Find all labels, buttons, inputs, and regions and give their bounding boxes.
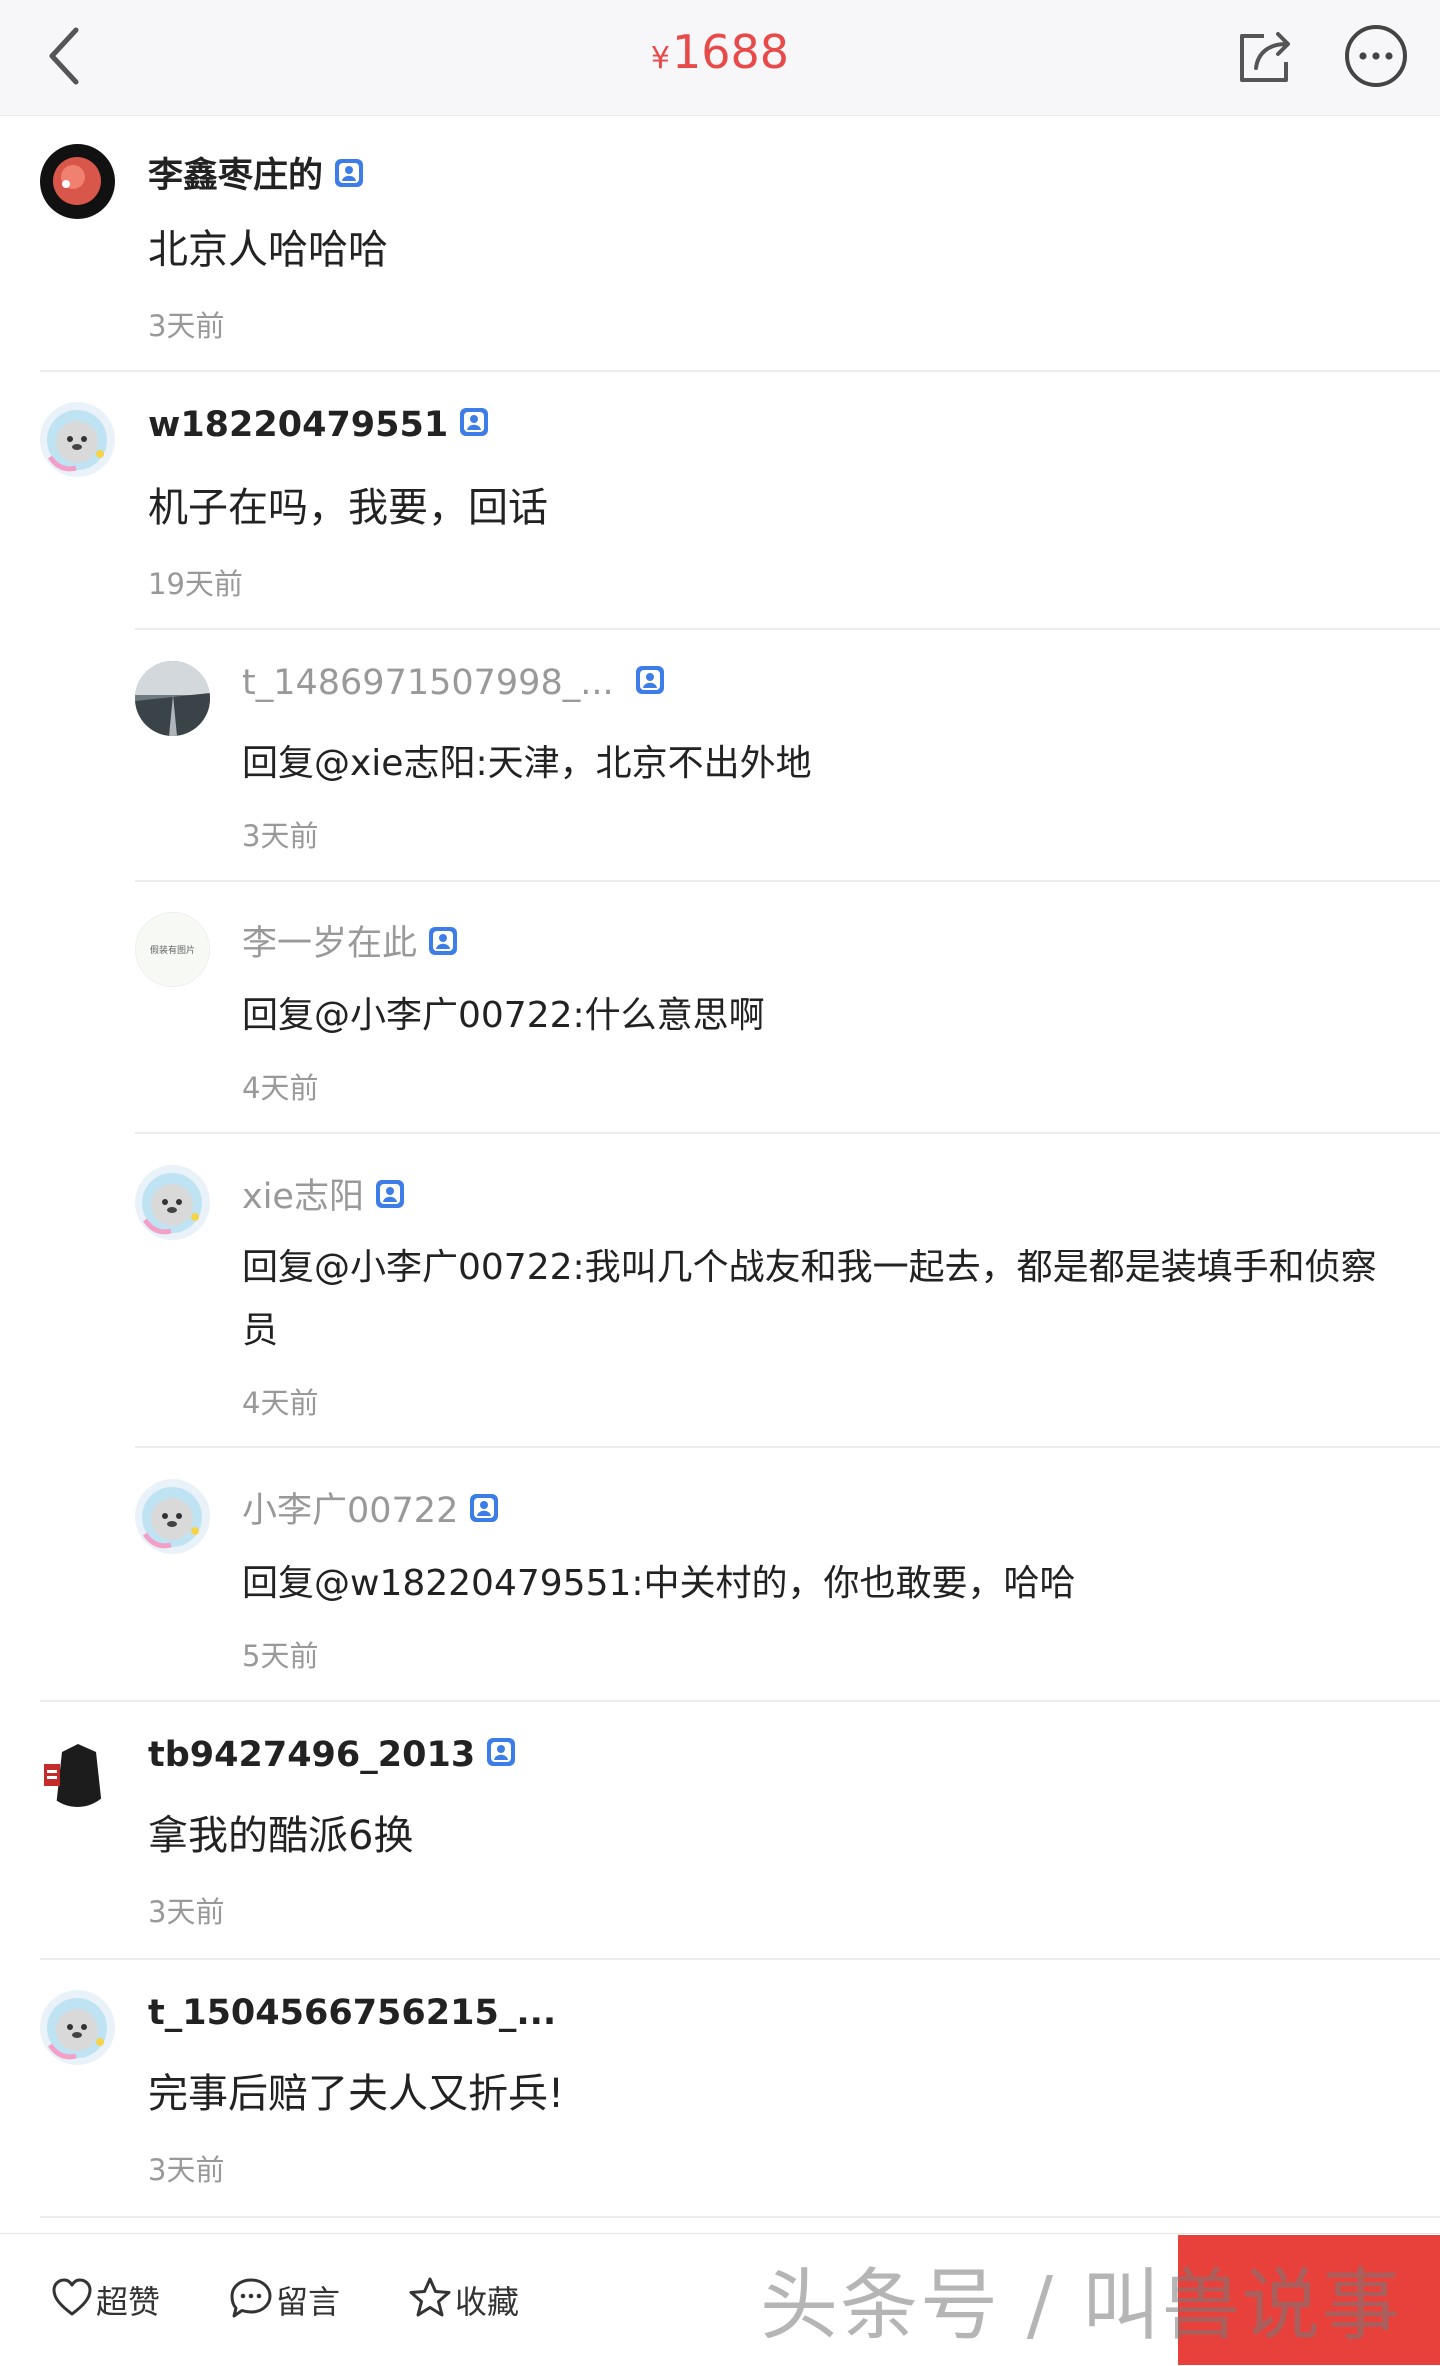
like-label: 超赞	[96, 2283, 161, 2321]
like-button[interactable]: 超赞	[50, 2274, 160, 2326]
watermark: 头条号 / 叫兽说事	[760, 2261, 1402, 2351]
comment-text: 完事后赔了夫人又折兵!	[148, 2071, 565, 2117]
user-name-text: t_1504566756215_...	[148, 1993, 557, 2033]
divider	[40, 2216, 1440, 2218]
favorite-button[interactable]: 收藏	[407, 2274, 519, 2326]
heart-icon	[50, 2276, 94, 2324]
user-avatar[interactable]	[40, 1990, 115, 2065]
comment-button[interactable]: 留言	[228, 2274, 340, 2326]
star-icon	[407, 2275, 453, 2325]
comment-item: t_1504566756215_... 完事后赔了夫人又折兵! 3天前	[0, 0, 1440, 2225]
comment-time: 3天前	[148, 2153, 225, 2187]
comment-bubble-icon	[228, 2275, 274, 2325]
user-name[interactable]: t_1504566756215_...	[148, 1993, 556, 2033]
comment-label: 留言	[276, 2283, 341, 2321]
favorite-label: 收藏	[455, 2283, 520, 2321]
